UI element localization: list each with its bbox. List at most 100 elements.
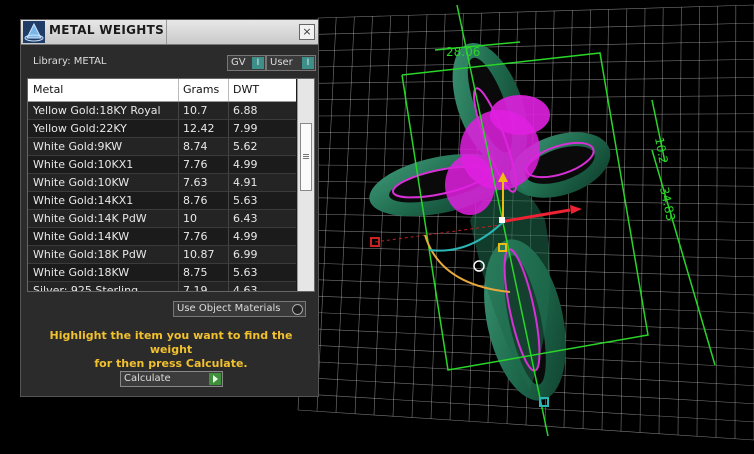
panel-titlebar[interactable]: METAL WEIGHTS × <box>21 20 318 45</box>
table-row[interactable]: White Gold:10KX1 7.76 4.99 <box>28 156 296 174</box>
metal-name-cell: White Gold:14KW <box>33 230 130 243</box>
metal-name-cell: White Gold:14KX1 <box>33 194 134 207</box>
column-divider <box>228 264 229 281</box>
dwt-cell: 6.99 <box>233 248 258 261</box>
column-divider <box>228 282 229 291</box>
column-divider <box>228 156 229 173</box>
table-row[interactable]: White Gold:9KW 8.74 5.62 <box>28 138 296 156</box>
dwt-cell: 7.99 <box>233 122 258 135</box>
column-divider <box>178 246 179 263</box>
column-divider <box>178 102 179 119</box>
column-divider <box>228 174 229 191</box>
column-divider <box>178 264 179 281</box>
column-divider <box>228 79 229 101</box>
gv-toggle-knob: I <box>252 57 264 69</box>
play-arrow-icon <box>209 373 221 385</box>
column-divider <box>178 79 179 101</box>
grams-cell: 10.7 <box>183 104 208 117</box>
metal-name-cell: White Gold:10KW <box>33 176 130 189</box>
calculate-button[interactable]: Calculate <box>120 371 223 387</box>
table-row[interactable]: White Gold:14KX1 8.76 5.63 <box>28 192 296 210</box>
grams-cell: 8.76 <box>183 194 208 207</box>
metal-name-cell: White Gold:10KX1 <box>33 158 134 171</box>
metal-weights-panel: METAL WEIGHTS × Library: METAL GV I User… <box>20 19 319 397</box>
gv-toggle[interactable]: GV I <box>227 55 266 71</box>
table-row[interactable]: White Gold:18K PdW 10.87 6.99 <box>28 246 296 264</box>
grams-cell: 8.74 <box>183 140 208 153</box>
dwt-cell: 4.99 <box>233 230 258 243</box>
grams-cell: 7.76 <box>183 230 208 243</box>
column-header-metal[interactable]: Metal <box>33 83 63 96</box>
column-divider <box>178 192 179 209</box>
table-scrollbar[interactable] <box>297 79 314 291</box>
metal-name-cell: White Gold:9KW <box>33 140 123 153</box>
use-object-materials-toggle[interactable]: Use Object Materials <box>173 301 306 317</box>
dwt-cell: 4.99 <box>233 158 258 171</box>
grip-icon <box>303 154 309 160</box>
column-divider <box>228 210 229 227</box>
table-row[interactable]: White Gold:14K PdW 10 6.43 <box>28 210 296 228</box>
dwt-cell: 4.91 <box>233 176 258 189</box>
grams-cell: 10.87 <box>183 248 215 261</box>
user-label: User <box>270 57 293 68</box>
dwt-cell: 5.63 <box>233 194 258 207</box>
panel-title: METAL WEIGHTS <box>49 23 165 37</box>
use-object-materials-label: Use Object Materials <box>177 303 281 314</box>
close-button[interactable]: × <box>299 24 315 40</box>
library-label: Library: METAL <box>33 56 107 67</box>
grams-cell: 7.19 <box>183 284 208 292</box>
grams-cell: 7.63 <box>183 176 208 189</box>
grams-cell: 8.75 <box>183 266 208 279</box>
user-toggle[interactable]: User I <box>266 55 316 71</box>
grams-cell: 12.42 <box>183 122 215 135</box>
scrollbar-thumb[interactable] <box>300 123 312 191</box>
column-divider <box>178 174 179 191</box>
grams-cell: 10 <box>183 212 197 225</box>
column-divider <box>178 156 179 173</box>
column-divider <box>228 228 229 245</box>
column-divider <box>228 246 229 263</box>
column-divider <box>178 282 179 291</box>
column-divider <box>228 120 229 137</box>
column-divider <box>178 120 179 137</box>
dwt-cell: 6.88 <box>233 104 258 117</box>
dwt-cell: 6.43 <box>233 212 258 225</box>
table-row[interactable]: Yellow Gold:18KY Royal 10.7 6.88 <box>28 102 296 120</box>
column-divider <box>228 192 229 209</box>
table-row[interactable]: Yellow Gold:22KY 12.42 7.99 <box>28 120 296 138</box>
table-row[interactable]: White Gold:18KW 8.75 5.63 <box>28 264 296 282</box>
instruction-line-1: Highlight the item you want to find the … <box>49 329 293 356</box>
metal-name-cell: Yellow Gold:22KY <box>33 122 127 135</box>
metal-name-cell: White Gold:18K PdW <box>33 248 147 261</box>
pyramid-logo-icon <box>23 21 45 43</box>
title-divider <box>166 20 167 44</box>
dim-height-label: 34.83 <box>657 186 678 223</box>
table-row[interactable]: White Gold:10KW 7.63 4.91 <box>28 174 296 192</box>
metal-name-cell: Silver:.925 Sterling <box>33 284 139 292</box>
pendant-model <box>369 42 611 401</box>
user-toggle-knob: I <box>302 57 314 69</box>
column-divider <box>228 138 229 155</box>
calculate-label: Calculate <box>124 373 171 384</box>
dwt-cell: 5.63 <box>233 266 258 279</box>
column-divider <box>228 102 229 119</box>
metal-name-cell: Yellow Gold:18KY Royal <box>33 104 161 117</box>
instruction-text: Highlight the item you want to find the … <box>31 329 311 371</box>
table-header: Metal Grams DWT <box>28 79 296 102</box>
gv-label: GV <box>231 57 246 68</box>
metal-table: Metal Grams DWT Yellow Gold:18KY Royal 10… <box>27 78 315 292</box>
metal-name-cell: White Gold:14K PdW <box>33 212 147 225</box>
column-divider <box>178 228 179 245</box>
table-row[interactable]: White Gold:14KW 7.76 4.99 <box>28 228 296 246</box>
grams-cell: 7.76 <box>183 158 208 171</box>
dim-width-label: 28.06 <box>446 45 480 59</box>
column-header-dwt[interactable]: DWT <box>233 83 259 96</box>
instruction-line-2: for then press Calculate. <box>94 357 248 370</box>
dwt-cell: 5.62 <box>233 140 258 153</box>
metal-name-cell: White Gold:18KW <box>33 266 130 279</box>
table-body: Yellow Gold:18KY Royal 10.7 6.88 Yellow Gol… <box>28 102 296 292</box>
column-header-grams[interactable]: Grams <box>183 83 219 96</box>
column-divider <box>178 210 179 227</box>
radio-icon <box>292 304 303 315</box>
table-row[interactable]: Silver:.925 Sterling 7.19 4.63 <box>28 282 296 292</box>
